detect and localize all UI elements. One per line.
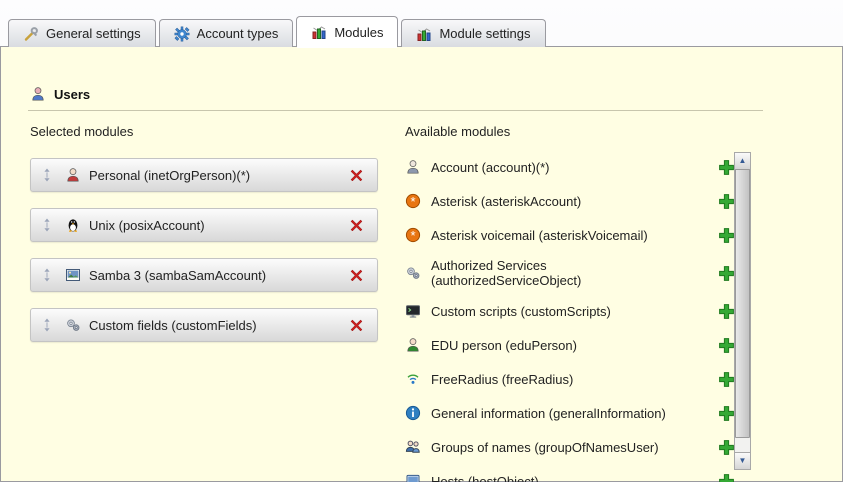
divider [28, 110, 763, 111]
drag-handle-icon[interactable] [39, 267, 55, 283]
available-modules-heading: Available modules [405, 124, 510, 139]
add-module-button[interactable] [718, 193, 735, 210]
tab-general-settings[interactable]: General settings [8, 19, 156, 47]
scroll-down-icon[interactable]: ▼ [735, 452, 750, 469]
add-module-button[interactable] [718, 371, 735, 388]
gears-icon [405, 265, 421, 281]
remove-module-button[interactable] [348, 267, 365, 284]
tab-modules[interactable]: Modules [296, 16, 398, 47]
drag-handle-icon[interactable] [39, 317, 55, 333]
add-module-button[interactable] [718, 405, 735, 422]
info-icon [405, 405, 421, 421]
drag-handle-icon[interactable] [39, 167, 55, 183]
available-module-label: Hosts (hostObject) [431, 474, 539, 482]
tux-icon [65, 217, 81, 233]
remove-module-button[interactable] [348, 317, 365, 334]
scroll-up-icon[interactable]: ▲ [735, 153, 750, 170]
add-module-button[interactable] [718, 473, 735, 482]
add-module-button[interactable] [718, 303, 735, 320]
available-module-row: Groups of names (groupOfNamesUser) [405, 432, 735, 462]
drag-handle-icon[interactable] [39, 217, 55, 233]
gear-icon [174, 26, 190, 42]
user-icon [30, 86, 46, 102]
lam-config-window: General settings Account types Modules M… [0, 0, 843, 482]
user-green-icon [405, 337, 421, 353]
add-module-button[interactable] [718, 265, 735, 282]
section-heading: Users [30, 86, 90, 102]
available-modules-list: Account (account)(*) * Asterisk (asteriskA… [405, 152, 735, 482]
available-module-label: Account (account)(*) [431, 160, 550, 175]
section-title: Users [54, 87, 90, 102]
available-module-row: * Asterisk voicemail (asteriskVoicemail) [405, 220, 735, 250]
tab-account-types[interactable]: Account types [159, 19, 294, 47]
asterisk-icon: * [405, 193, 421, 209]
terminal-icon [405, 303, 421, 319]
tab-label: Account types [197, 26, 279, 41]
available-module-label: EDU person (eduPerson) [431, 338, 577, 353]
selected-module-row: Samba 3 (sambaSamAccount) [30, 258, 378, 292]
available-module-label: Groups of names (groupOfNamesUser) [431, 440, 659, 455]
asterisk-icon: * [405, 227, 421, 243]
available-module-row: FreeRadius (freeRadius) [405, 364, 735, 394]
module-settings-chart-icon [416, 26, 432, 42]
available-module-row: EDU person (eduPerson) [405, 330, 735, 360]
svg-text:*: * [410, 194, 415, 209]
selected-module-label: Unix (posixAccount) [89, 218, 205, 233]
remove-module-button[interactable] [348, 167, 365, 184]
tab-bar: General settings Account types Modules M… [8, 16, 546, 47]
available-module-label: Asterisk (asteriskAccount) [431, 194, 581, 209]
photo-icon [65, 267, 81, 283]
available-module-label: General information (generalInformation) [431, 406, 666, 421]
add-module-button[interactable] [718, 337, 735, 354]
selected-module-row: Custom fields (customFields) [30, 308, 378, 342]
tab-module-settings[interactable]: Module settings [401, 19, 545, 47]
host-icon [405, 473, 421, 482]
selected-module-label: Custom fields (customFields) [89, 318, 257, 333]
available-module-row: General information (generalInformation) [405, 398, 735, 428]
available-module-row: Account (account)(*) [405, 152, 735, 182]
selected-module-label: Samba 3 (sambaSamAccount) [89, 268, 266, 283]
tab-label: Modules [334, 25, 383, 40]
signal-icon [405, 371, 421, 387]
selected-modules-list: Personal (inetOrgPerson)(*) Unix (posixAc… [30, 158, 378, 358]
available-module-row: Custom scripts (customScripts) [405, 296, 735, 326]
user-red-icon [65, 167, 81, 183]
scrollbar[interactable]: ▲ ▼ [734, 152, 751, 470]
gears-icon [65, 317, 81, 333]
tab-label: General settings [46, 26, 141, 41]
svg-text:*: * [410, 228, 415, 243]
available-module-row: Hosts (hostObject) [405, 466, 735, 482]
available-module-label: Custom scripts (customScripts) [431, 304, 611, 319]
available-module-label: Authorized Services (authorizedServiceOb… [431, 258, 693, 288]
group-icon [405, 439, 421, 455]
tools-icon [23, 26, 39, 42]
user-gray-icon [405, 159, 421, 175]
available-module-label: Asterisk voicemail (asteriskVoicemail) [431, 228, 648, 243]
add-module-button[interactable] [718, 159, 735, 176]
scrollbar-thumb[interactable] [735, 169, 750, 438]
selected-module-label: Personal (inetOrgPerson)(*) [89, 168, 250, 183]
available-module-row: Authorized Services (authorizedServiceOb… [405, 254, 735, 292]
add-module-button[interactable] [718, 439, 735, 456]
modules-chart-icon [311, 24, 327, 40]
available-module-row: * Asterisk (asteriskAccount) [405, 186, 735, 216]
add-module-button[interactable] [718, 227, 735, 244]
selected-modules-heading: Selected modules [30, 124, 133, 139]
selected-module-row: Personal (inetOrgPerson)(*) [30, 158, 378, 192]
tab-label: Module settings [439, 26, 530, 41]
selected-module-row: Unix (posixAccount) [30, 208, 378, 242]
available-module-label: FreeRadius (freeRadius) [431, 372, 573, 387]
remove-module-button[interactable] [348, 217, 365, 234]
